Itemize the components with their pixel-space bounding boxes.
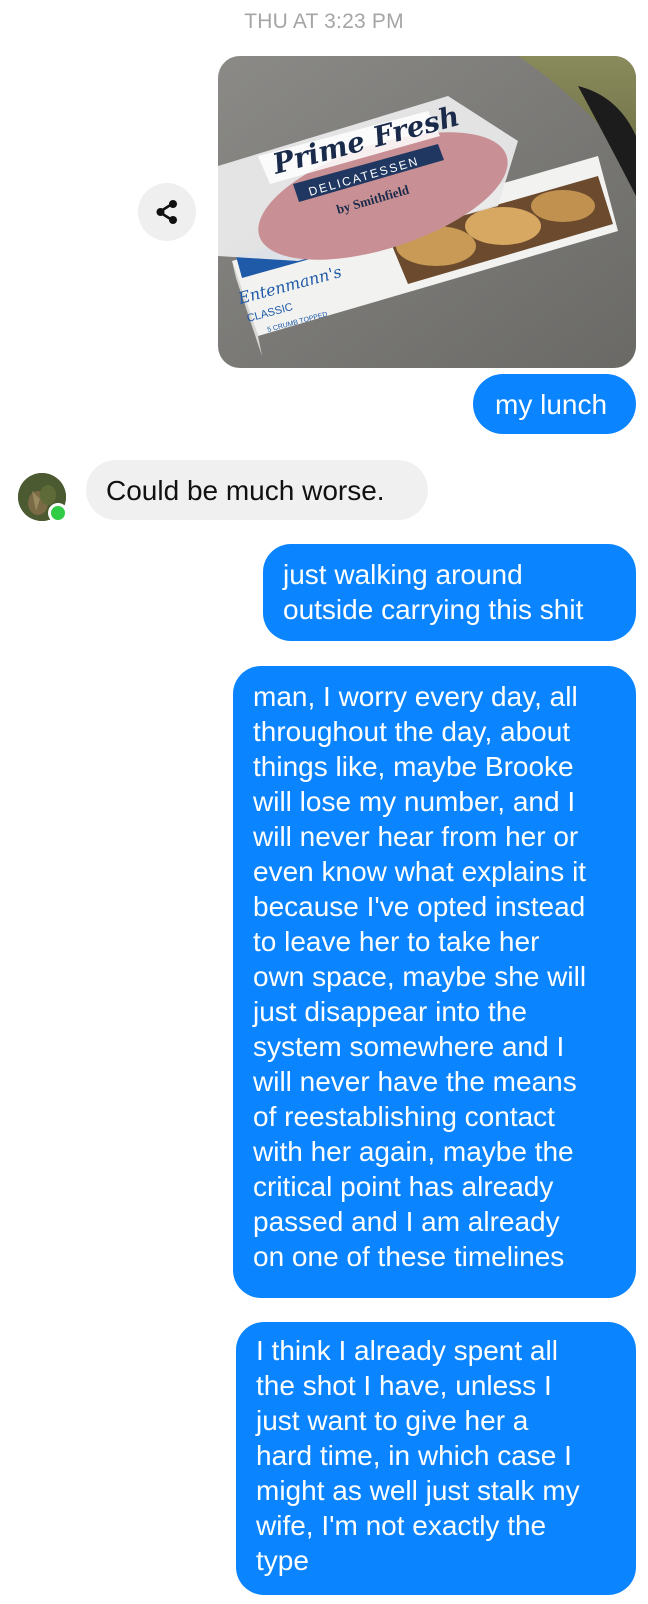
message-line: type xyxy=(256,1545,309,1576)
message-line: just disappear into the xyxy=(253,996,527,1027)
message-line: I think I already spent all xyxy=(256,1335,558,1366)
message-line: wife, I'm not exactly the xyxy=(256,1510,547,1541)
message-line: the shot I have, unless I xyxy=(256,1370,552,1401)
message-bubble-incoming[interactable]: Could be much worse. xyxy=(86,460,428,520)
share-button[interactable] xyxy=(138,183,196,241)
online-status-dot xyxy=(48,503,68,523)
message-line: Could be much worse. xyxy=(106,475,385,506)
message-line: throughout the day, about xyxy=(253,716,571,747)
message-line: outside carrying this shit xyxy=(283,594,584,625)
message-line: will never have the means xyxy=(253,1066,577,1097)
message-line: might as well just stalk my xyxy=(256,1475,580,1506)
lunch-photo-image: Prime Fresh DELICATESSEN by Smithfield E… xyxy=(218,56,636,368)
message-line: critical point has already xyxy=(253,1171,554,1202)
message-line: of reestablishing contact xyxy=(253,1101,555,1132)
message-line: my lunch xyxy=(495,389,608,420)
message-bubble-outgoing[interactable]: my lunch xyxy=(473,374,636,434)
message-line: on one of these timelines xyxy=(253,1241,565,1272)
message-line: man, I worry every day, all xyxy=(253,681,578,712)
message-line: things like, maybe Brooke xyxy=(253,751,574,782)
message-bubble-outgoing[interactable]: man, I worry every day, all throughout t… xyxy=(233,666,636,1298)
message-bubble-outgoing[interactable]: I think I already spent all the shot I h… xyxy=(236,1322,636,1595)
message-line: just walking around xyxy=(283,559,523,590)
message-line: hard time, in which case I xyxy=(256,1440,572,1471)
message-line: will lose my number, and I xyxy=(253,786,576,817)
message-bubble-outgoing[interactable]: just walking around outside carrying thi… xyxy=(263,544,636,641)
message-line: system somewhere and I xyxy=(253,1031,565,1062)
message-line: because I've opted instead xyxy=(253,891,586,922)
message-line: own space, maybe she will xyxy=(253,961,587,992)
message-line: even know what explains it xyxy=(253,856,587,887)
message-line: passed and I am already xyxy=(253,1206,560,1237)
share-icon xyxy=(156,200,177,224)
timestamp: THU AT 3:23 PM xyxy=(244,10,404,33)
lunch-photo[interactable]: Prime Fresh DELICATESSEN by Smithfield E… xyxy=(218,56,636,368)
message-line: will never hear from her or xyxy=(253,821,579,852)
message-line: with her again, maybe the xyxy=(253,1136,574,1167)
message-line: just want to give her a xyxy=(256,1405,529,1436)
message-line: to leave her to take her xyxy=(253,926,540,957)
